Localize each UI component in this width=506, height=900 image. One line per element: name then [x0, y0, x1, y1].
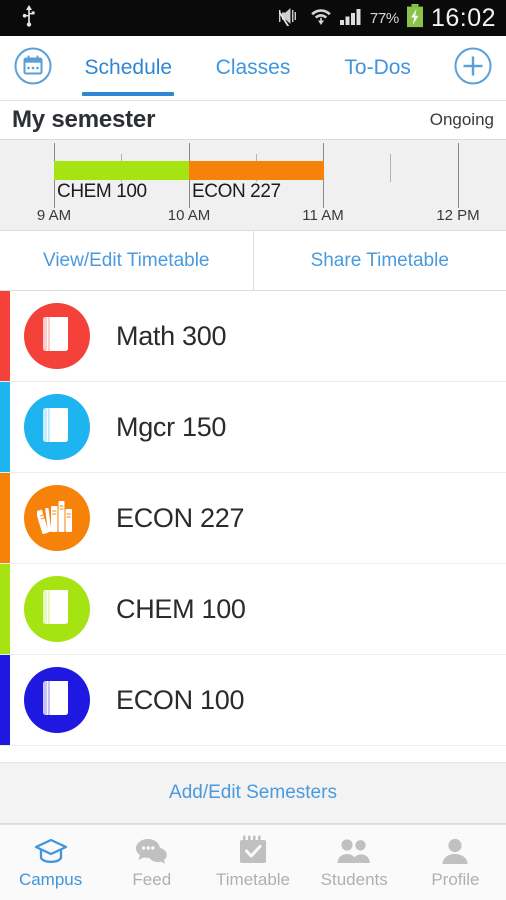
top-tab-bar: Schedule Classes To-Dos: [0, 36, 506, 101]
calendar-icon: [13, 46, 53, 91]
course-icon-badge: [24, 667, 90, 733]
course-list-item[interactable]: Mgcr 150: [0, 382, 506, 473]
timetable-actions: View/Edit Timetable Share Timetable: [0, 231, 506, 291]
nav-item-timetable[interactable]: Timetable: [202, 825, 303, 900]
wifi-icon: [310, 6, 332, 31]
page-title: My semester: [12, 106, 156, 133]
status-bar-clock: 16:02: [430, 3, 496, 32]
nav-item-students[interactable]: Students: [304, 825, 405, 900]
battery-charging-icon: [406, 3, 424, 33]
calendar-button[interactable]: [0, 46, 66, 91]
schedule-timeline[interactable]: 9 AM 10 AM 11 AM 12 PM CHEM 100 ECON 227: [0, 139, 506, 231]
nav-item-profile[interactable]: Profile: [405, 825, 506, 900]
books-shelf-icon: [35, 498, 77, 539]
course-name-label: ECON 227: [116, 502, 245, 533]
tab-todos-label: To-Dos: [344, 56, 411, 79]
share-timetable-label: Share Timetable: [310, 249, 449, 271]
timeline-tick-label: 10 AM: [167, 207, 211, 224]
nav-item-label: Timetable: [216, 870, 291, 889]
course-name-label: ECON 100: [116, 684, 245, 715]
nav-item-label: Feed: [132, 870, 172, 889]
course-icon-badge: [24, 576, 90, 642]
status-badge: Ongoing: [429, 110, 494, 129]
book-icon: [39, 588, 75, 631]
add-button[interactable]: [440, 46, 506, 91]
cellular-signal-icon: [339, 6, 363, 31]
timeline-tick-label: 9 AM: [36, 207, 72, 224]
book-icon: [39, 406, 75, 449]
chat-bubbles-icon: [135, 835, 169, 865]
course-icon-badge: [24, 485, 90, 551]
timeline-minor-tick: [390, 154, 391, 182]
course-list-item[interactable]: CHEM 100: [0, 564, 506, 655]
timeline-event-bar[interactable]: [189, 161, 324, 180]
course-name-label: Mgcr 150: [116, 411, 227, 442]
app-root: 77% 16:02 Schedule Classes To-Dos My sem…: [0, 0, 506, 900]
course-list-item[interactable]: ECON 100: [0, 655, 506, 746]
status-bar: 77% 16:02: [0, 0, 506, 36]
book-icon: [39, 315, 75, 358]
course-icon-badge: [24, 303, 90, 369]
tab-todos[interactable]: To-Dos: [315, 36, 440, 100]
course-list: Math 300 Mgcr 150 ECON 227 CHEM 100 ECON…: [0, 291, 506, 762]
tab-classes[interactable]: Classes: [191, 36, 316, 100]
timeline-tick-label: 11 AM: [302, 207, 344, 224]
course-name-label: CHEM 100: [116, 593, 246, 624]
add-edit-semesters-button[interactable]: Add/Edit Semesters: [0, 762, 506, 824]
status-bar-left: [22, 4, 36, 32]
plus-icon: [453, 46, 493, 91]
course-color-strip: [0, 382, 10, 472]
view-edit-timetable-button[interactable]: View/Edit Timetable: [0, 231, 253, 290]
nav-item-label: Campus: [18, 870, 83, 889]
timeline-event-label: CHEM 100: [57, 181, 147, 202]
course-color-strip: [0, 655, 10, 745]
nav-item-campus[interactable]: Campus: [0, 825, 101, 900]
course-color-strip: [0, 291, 10, 381]
usb-icon: [22, 4, 36, 32]
tab-list: Schedule Classes To-Dos: [66, 36, 440, 100]
battery-percent-label: 77%: [369, 9, 399, 27]
course-list-item[interactable]: Math 300: [0, 291, 506, 382]
nav-item-label: Profile: [431, 870, 480, 889]
course-color-strip: [0, 473, 10, 563]
timeline-tick-label: 12 PM: [436, 207, 480, 224]
nav-item-label: Students: [320, 870, 388, 889]
course-name-label: Math 300: [116, 320, 227, 351]
timeline-gridline: [458, 143, 459, 208]
tab-schedule[interactable]: Schedule: [66, 36, 191, 100]
status-bar-right: 77% 16:02: [275, 3, 496, 33]
tab-schedule-label: Schedule: [84, 56, 173, 79]
bottom-navigation: Campus Feed Timetable Students Profile: [0, 824, 506, 900]
vibrate-mute-icon: [275, 5, 303, 31]
calendar-check-icon: [237, 835, 269, 865]
course-list-item[interactable]: ECON 227: [0, 473, 506, 564]
course-icon-badge: [24, 394, 90, 460]
tab-classes-label: Classes: [215, 56, 291, 79]
course-color-strip: [0, 564, 10, 654]
person-icon: [440, 835, 470, 865]
timeline-event-label: ECON 227: [192, 181, 281, 202]
book-icon: [39, 679, 75, 722]
timeline-event-bar[interactable]: [54, 161, 189, 180]
add-edit-semesters-label: Add/Edit Semesters: [169, 782, 337, 803]
view-edit-timetable-label: View/Edit Timetable: [42, 249, 210, 271]
semester-header: My semester Ongoing: [0, 101, 506, 139]
share-timetable-button[interactable]: Share Timetable: [252, 231, 506, 290]
graduation-cap-icon: [34, 835, 68, 865]
nav-item-feed[interactable]: Feed: [101, 825, 202, 900]
people-icon: [336, 835, 372, 865]
